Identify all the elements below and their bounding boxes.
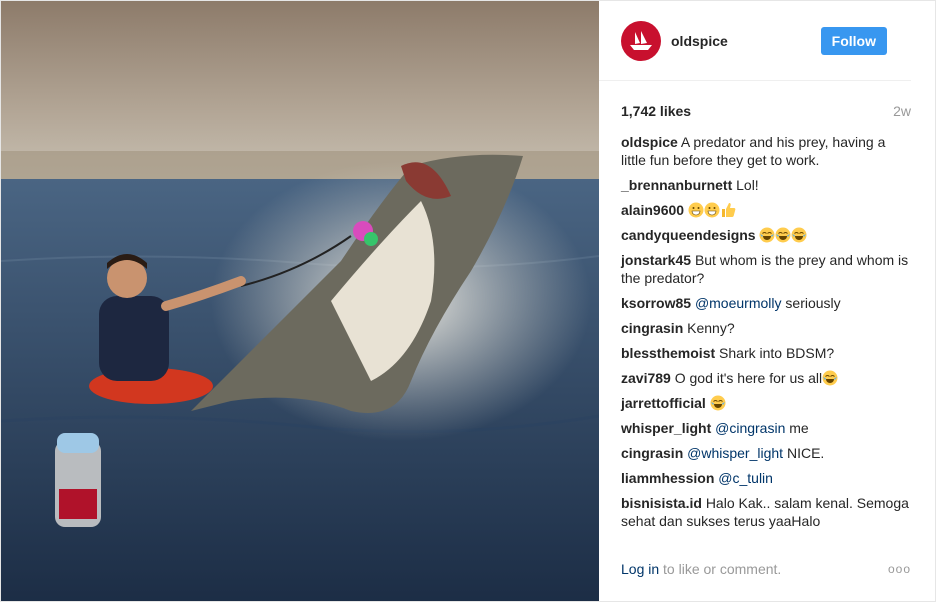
- post-footer: Log in to like or comment. ooo: [621, 561, 911, 577]
- post-image[interactable]: [1, 1, 599, 601]
- tears-of-joy-emoji-icon: [775, 227, 791, 243]
- comment-username[interactable]: zavi789: [621, 370, 671, 386]
- likes-count[interactable]: 1,742 likes: [621, 103, 691, 119]
- comment-text: NICE.: [786, 445, 825, 461]
- comment-username[interactable]: alain9600: [621, 202, 684, 218]
- comment: candyqueendesigns: [621, 226, 911, 244]
- comment-list: oldspice A predator and his prey, having…: [599, 119, 935, 533]
- post-age[interactable]: 2w: [893, 103, 911, 119]
- comment-username[interactable]: bisnisista.id: [621, 495, 702, 511]
- comment: cingrasin Kenny?: [621, 319, 911, 337]
- tears-of-joy-emoji-icon: [710, 395, 726, 411]
- comment-username[interactable]: ksorrow85: [621, 295, 691, 311]
- post-sidebar: oldspice Follow 1,742 likes 2w oldspice …: [599, 1, 935, 601]
- comment: alain9600: [621, 201, 911, 219]
- comment: zavi789 O god it's here for us all: [621, 369, 911, 387]
- tears-of-joy-emoji-icon: [822, 370, 838, 386]
- grin-emoji-icon: [704, 202, 720, 218]
- comment-username[interactable]: jonstark45: [621, 252, 691, 268]
- comment-mention[interactable]: @cingrasin: [715, 420, 785, 436]
- comment: blessthemoist Shark into BDSM?: [621, 344, 911, 362]
- comment: liammhession @c_tulin: [621, 469, 911, 487]
- comment-text: me: [789, 420, 809, 436]
- comment-text: Shark into BDSM?: [719, 345, 835, 361]
- comment-text: Kenny?: [687, 320, 735, 336]
- thumbs-up-emoji-icon: [721, 203, 736, 217]
- comment-text: Lol!: [736, 177, 759, 193]
- ship-logo-icon: [630, 30, 652, 50]
- comment: ksorrow85 @moeurmolly seriously: [621, 294, 911, 312]
- follow-button[interactable]: Follow: [820, 26, 887, 55]
- comment-username[interactable]: liammhession: [621, 470, 714, 486]
- comment: jarrettofficial: [621, 394, 911, 412]
- tears-of-joy-emoji-icon: [791, 227, 807, 243]
- comment: jonstark45 But whom is the prey and whom…: [621, 251, 911, 287]
- instagram-post: oldspice Follow 1,742 likes 2w oldspice …: [0, 0, 936, 602]
- grin-emoji-icon: [688, 202, 704, 218]
- post-header: oldspice Follow: [599, 1, 911, 81]
- comment-username[interactable]: blessthemoist: [621, 345, 715, 361]
- caption: oldspice A predator and his prey, having…: [621, 133, 911, 169]
- login-link[interactable]: Log in: [621, 561, 659, 577]
- comment-username[interactable]: candyqueendesigns: [621, 227, 756, 243]
- comment-username[interactable]: cingrasin: [621, 320, 683, 336]
- comment-mention[interactable]: @c_tulin: [718, 470, 773, 486]
- comment-username[interactable]: whisper_light: [621, 420, 711, 436]
- caption-username[interactable]: oldspice: [621, 134, 678, 150]
- login-prompt: Log in to like or comment.: [621, 561, 781, 577]
- comment-text: seriously: [785, 295, 841, 311]
- comment: _brennanburnett Lol!: [621, 176, 911, 194]
- comment: cingrasin @whisper_light NICE.: [621, 444, 911, 462]
- avatar[interactable]: [621, 20, 661, 61]
- stats-row: 1,742 likes 2w: [599, 81, 935, 119]
- comment-text: O god it's here for us all: [674, 370, 823, 386]
- comment: bisnisista.id Halo Kak.. salam kenal. Se…: [621, 494, 911, 530]
- login-prompt-text: to like or comment.: [663, 561, 782, 577]
- more-options-icon[interactable]: ooo: [888, 562, 911, 576]
- comment: whisper_light @cingrasin me: [621, 419, 911, 437]
- comment-username[interactable]: _brennanburnett: [621, 177, 732, 193]
- account-username[interactable]: oldspice: [671, 33, 821, 49]
- tears-of-joy-emoji-icon: [759, 227, 775, 243]
- comment-mention[interactable]: @moeurmolly: [695, 295, 782, 311]
- comment-username[interactable]: cingrasin: [621, 445, 683, 461]
- shark-photo-illustration: [1, 1, 599, 601]
- comment-mention[interactable]: @whisper_light: [687, 445, 783, 461]
- comment-username[interactable]: jarrettofficial: [621, 395, 706, 411]
